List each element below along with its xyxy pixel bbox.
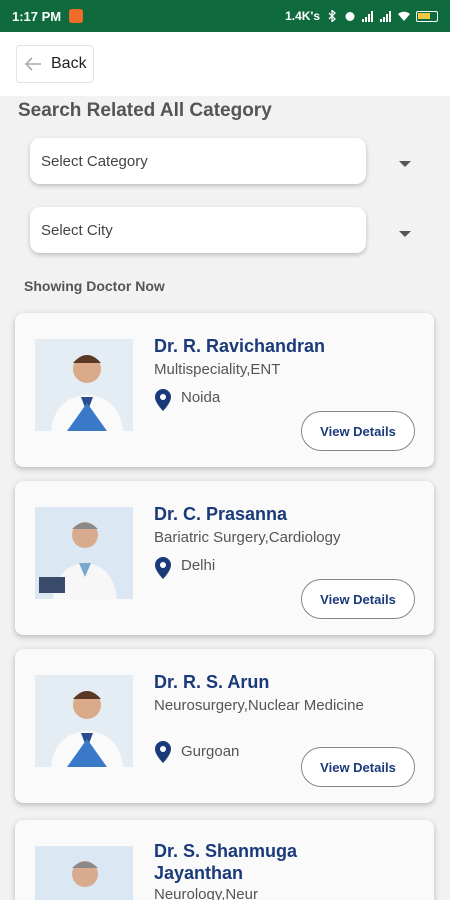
doctor-card[interactable]: Dr. S. Shanmuga Jayanthan Neurology,Neur	[15, 820, 434, 900]
doctor-city: Delhi	[181, 557, 216, 574]
doctor-name: Dr. R. S. Arun	[154, 672, 270, 692]
back-button[interactable]: Back	[16, 45, 94, 83]
doctor-specialty: Neurology,Neur	[154, 886, 258, 900]
network-speed: 1.4K's	[285, 9, 320, 23]
doctor-photo	[35, 846, 133, 900]
back-label: Back	[51, 55, 87, 72]
bluetooth-icon	[328, 10, 336, 22]
location-pin-icon	[155, 557, 171, 579]
doctor-photo	[35, 675, 133, 767]
status-bar: 1:17 PM 1.4K's	[0, 0, 450, 32]
doctor-photo	[35, 339, 133, 431]
doctor-name: Dr. S. Shanmuga Jayanthan	[154, 841, 298, 883]
category-select-placeholder: Select Category	[41, 152, 148, 170]
doctor-card[interactable]: Dr. R. S. Arun Neurosurgery,Nuclear Medi…	[15, 649, 434, 803]
location-pin-icon	[155, 741, 171, 763]
app-header: Back	[0, 32, 450, 96]
app-notification-icon	[69, 9, 84, 23]
city-select[interactable]: Select City	[30, 207, 366, 253]
signal-icon	[380, 11, 391, 22]
view-details-button[interactable]: View Details	[301, 411, 415, 451]
doctor-name: Dr. C. Prasanna	[154, 504, 288, 524]
city-select-placeholder: Select City	[41, 221, 113, 239]
doctor-photo	[35, 507, 133, 599]
wifi-icon	[398, 11, 410, 21]
back-arrow-icon	[24, 57, 41, 71]
doctor-city: Gurgoan	[181, 743, 240, 760]
list-heading: Showing Doctor Now	[24, 278, 165, 294]
view-details-button[interactable]: View Details	[301, 747, 415, 787]
alarm-icon	[345, 12, 355, 21]
category-select[interactable]: Select Category	[30, 138, 366, 184]
status-icons: 1.4K's	[285, 9, 438, 23]
city-dropdown-icon[interactable]	[399, 231, 411, 237]
doctor-specialty: Multispeciality,ENT	[154, 361, 281, 378]
doctor-specialty: Bariatric Surgery,Cardiology	[154, 529, 341, 546]
battery-icon	[416, 10, 438, 22]
doctor-card[interactable]: Dr. C. Prasanna Bariatric Surgery,Cardio…	[15, 481, 434, 635]
view-details-button[interactable]: View Details	[301, 579, 415, 619]
doctor-card[interactable]: Dr. R. Ravichandran Multispeciality,ENT …	[15, 313, 434, 467]
signal-icon	[362, 11, 373, 22]
location-pin-icon	[155, 389, 171, 411]
category-dropdown-icon[interactable]	[399, 161, 411, 167]
doctor-specialty: Neurosurgery,Nuclear Medicine	[154, 697, 364, 714]
status-time: 1:17 PM	[12, 8, 62, 24]
doctor-city: Noida	[181, 389, 221, 406]
search-title: Search Related All Category	[18, 100, 272, 121]
doctor-name: Dr. R. Ravichandran	[154, 336, 326, 356]
